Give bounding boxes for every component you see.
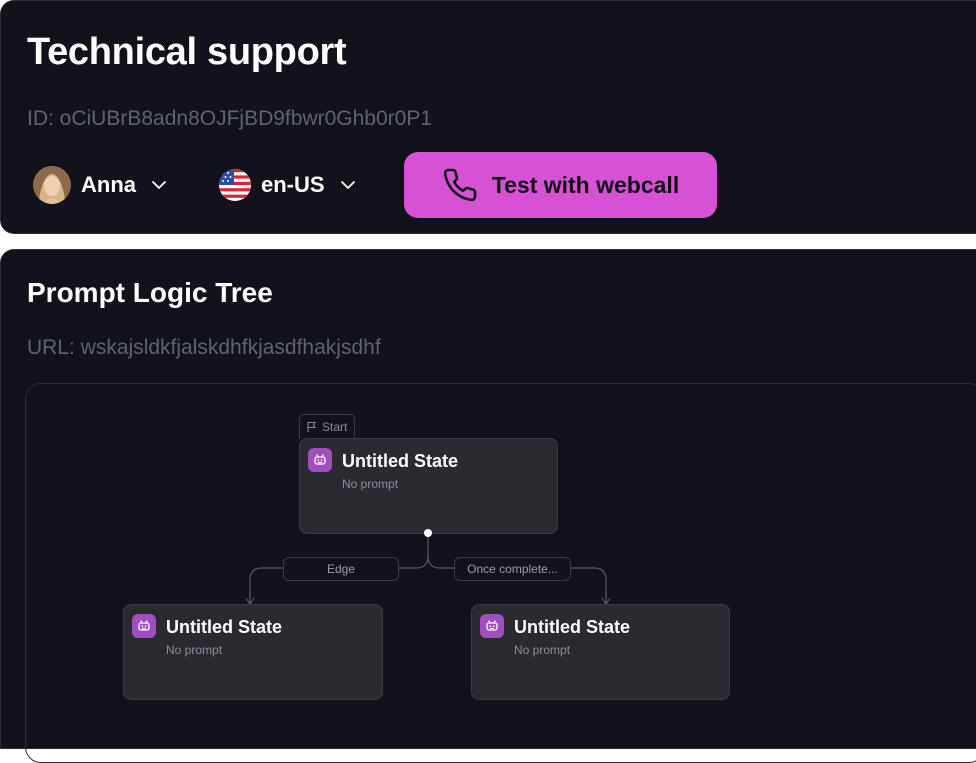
bot-icon <box>308 448 332 472</box>
node-subtitle: No prompt <box>514 643 571 657</box>
state-node-root[interactable]: Untitled State No prompt <box>299 438 558 534</box>
flag-icon <box>307 421 316 432</box>
start-tag: Start <box>299 414 355 439</box>
edge-label-once-complete[interactable]: Once complete... <box>454 557 571 581</box>
edge-handle[interactable] <box>423 528 433 538</box>
node-subtitle: No prompt <box>342 477 399 491</box>
start-label: Start <box>322 420 348 434</box>
state-node-right[interactable]: Untitled State No prompt <box>471 604 730 700</box>
bot-icon <box>132 614 156 638</box>
node-subtitle: No prompt <box>166 643 223 657</box>
node-title: Untitled State <box>166 617 283 637</box>
state-node-left[interactable]: Untitled State No prompt <box>123 604 383 700</box>
bot-icon <box>480 614 504 638</box>
edge-label-edge[interactable]: Edge <box>283 557 399 581</box>
node-title: Untitled State <box>342 451 459 471</box>
node-title: Untitled State <box>514 617 631 637</box>
